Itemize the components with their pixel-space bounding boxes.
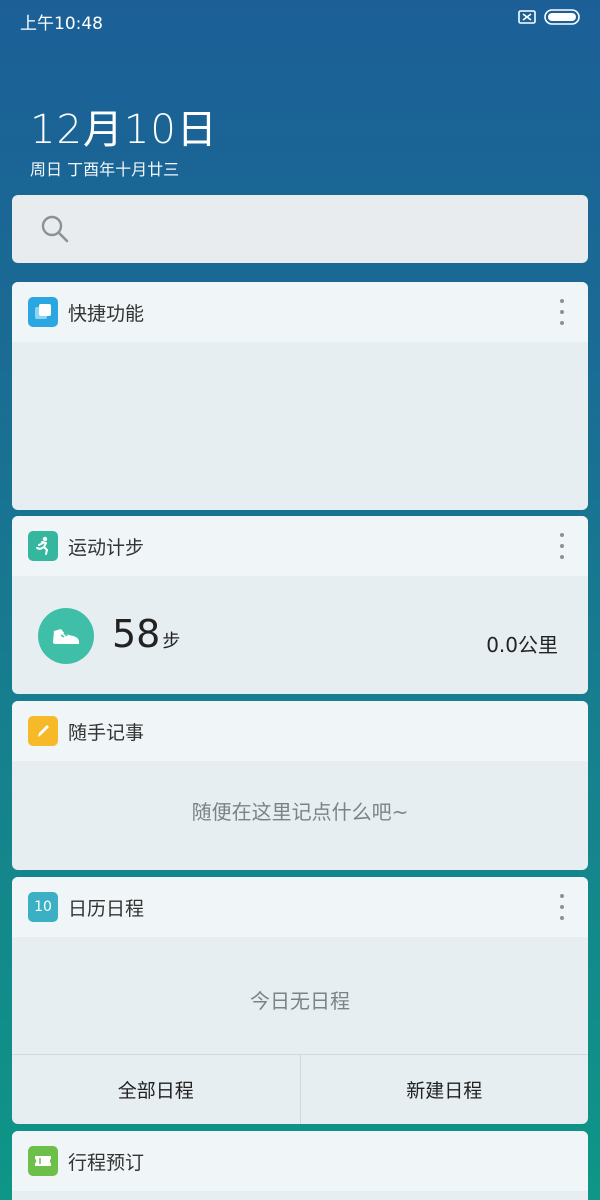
distance-value: 0.0公里 bbox=[486, 633, 558, 657]
more-icon[interactable] bbox=[550, 533, 574, 559]
card-title: 运动计步 bbox=[68, 537, 145, 559]
card-title: 行程预订 bbox=[68, 1152, 145, 1174]
quick-functions-icon bbox=[28, 297, 58, 327]
pencil-icon bbox=[28, 716, 58, 746]
search-input[interactable] bbox=[82, 213, 572, 245]
calendar-icon-day: 10 bbox=[34, 899, 52, 915]
card-title: 日历日程 bbox=[68, 898, 145, 920]
card-title: 快捷功能 bbox=[68, 303, 145, 325]
trip-booking-card[interactable]: 行程预订 bbox=[12, 1131, 588, 1200]
notes-placeholder[interactable]: 随便在这里记点什么吧~ bbox=[12, 796, 588, 825]
card-header: 快捷功能 bbox=[12, 282, 588, 342]
step-unit: 步 bbox=[162, 631, 181, 652]
card-title: 随手记事 bbox=[68, 722, 145, 744]
battery-icon bbox=[544, 9, 580, 25]
new-event-button[interactable]: 新建日程 bbox=[299, 1055, 589, 1124]
card-header: 运动计步 bbox=[12, 516, 588, 576]
calendar-actions: 全部日程 新建日程 bbox=[12, 1054, 588, 1124]
date-title: 12月10日 bbox=[30, 107, 218, 153]
all-events-button[interactable]: 全部日程 bbox=[12, 1055, 300, 1124]
search-icon bbox=[41, 215, 69, 243]
ticket-icon bbox=[28, 1146, 58, 1176]
quick-functions-card: 快捷功能 bbox=[12, 282, 588, 510]
more-icon[interactable] bbox=[550, 299, 574, 325]
no-sim-icon bbox=[518, 10, 536, 24]
shoe-icon bbox=[38, 608, 94, 664]
calendar-icon: 10 bbox=[28, 892, 58, 922]
step-value: 58 bbox=[112, 612, 161, 656]
card-header: 行程预订 bbox=[12, 1131, 588, 1191]
no-events-text: 今日无日程 bbox=[250, 989, 350, 1013]
notes-card[interactable]: 随手记事 随便在这里记点什么吧~ bbox=[12, 701, 588, 870]
status-icons bbox=[518, 9, 582, 25]
card-header: 随手记事 bbox=[12, 701, 588, 761]
calendar-card: 10 日历日程 今日无日程 全部日程 新建日程 bbox=[12, 877, 588, 1124]
date-block: 12月10日 周日 丁酉年十月廿三 bbox=[30, 106, 218, 180]
status-bar: 上午10:48 bbox=[0, 0, 600, 38]
more-icon[interactable] bbox=[550, 894, 574, 920]
step-count: 58 步 bbox=[112, 612, 180, 656]
step-counter-card[interactable]: 运动计步 58 步 0.0公里 bbox=[12, 516, 588, 694]
runner-icon bbox=[28, 531, 58, 561]
card-header: 10 日历日程 bbox=[12, 877, 588, 937]
lunar-date: 周日 丁酉年十月廿三 bbox=[30, 160, 180, 179]
search-bar[interactable] bbox=[12, 195, 588, 263]
status-time: 上午10:48 bbox=[20, 14, 103, 34]
